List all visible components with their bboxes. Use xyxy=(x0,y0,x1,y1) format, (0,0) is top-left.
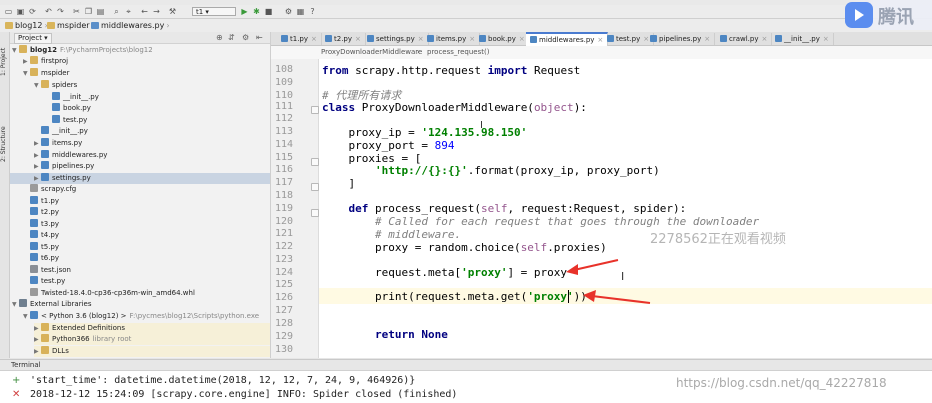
add-terminal-icon[interactable]: + xyxy=(12,375,20,387)
tencent-video-logo-text: 腾讯 xyxy=(878,7,914,28)
terminal-line: 2018-12-12 15:24:09 [scrapy.core.engine]… xyxy=(30,389,458,400)
terminal-line: 'start_time': datetime.datetime(2018, 12… xyxy=(30,375,416,386)
tencent-video-logo-icon xyxy=(845,2,873,28)
arrow-to-line-124 xyxy=(566,259,619,275)
live-viewers-watermark: 2278562正在观看视频 xyxy=(650,232,786,247)
annotation-arrows xyxy=(566,259,651,304)
close-terminal-icon[interactable]: ✕ xyxy=(12,389,20,401)
tencent-video-watermark: 腾讯 xyxy=(845,0,932,30)
mouse-ibeam-cursor-icon: I xyxy=(480,120,483,131)
mouse-ibeam-cursor-icon: I xyxy=(621,270,625,283)
terminal-title: Terminal xyxy=(0,360,932,371)
csdn-url-watermark: https://blog.csdn.net/qq_42227818 xyxy=(676,376,887,390)
arrow-to-line-126 xyxy=(583,290,651,304)
